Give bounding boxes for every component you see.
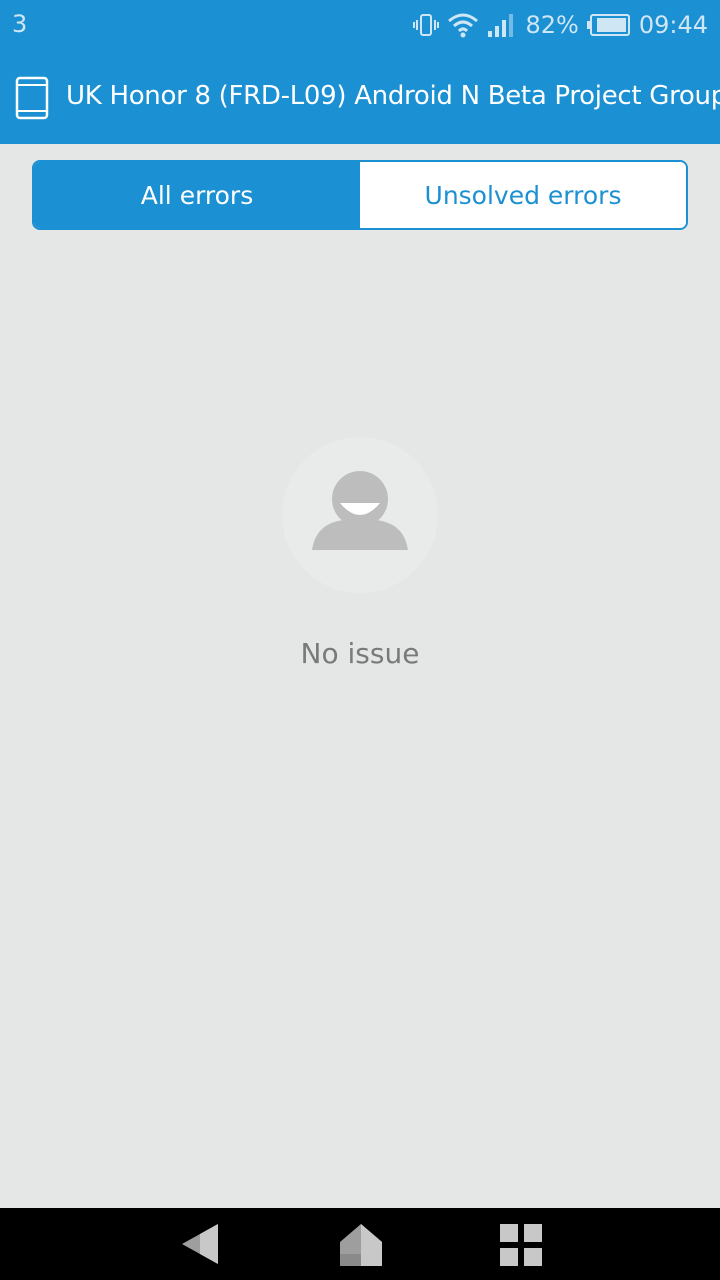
battery-icon	[586, 13, 631, 37]
recent-apps-icon[interactable]	[496, 1220, 546, 1270]
back-icon[interactable]	[176, 1220, 226, 1270]
group-title: UK Honor 8 (FRD-L09) Android N Beta Proj…	[66, 81, 720, 111]
tab-all-errors[interactable]: All errors	[34, 162, 360, 228]
battery-percent: 82%	[525, 11, 579, 39]
navigation-bar	[0, 1208, 720, 1280]
status-bar: 3 82% 09:44	[0, 0, 720, 50]
wifi-icon	[447, 12, 479, 38]
error-filter-tabs: All errors Unsolved errors	[32, 160, 688, 230]
signal-icon	[487, 12, 517, 38]
app-bar: UK Honor 8 (FRD-L09) Android N Beta Proj…	[0, 50, 720, 144]
home-icon[interactable]	[336, 1220, 386, 1270]
clock: 09:44	[638, 11, 708, 39]
tab-unsolved-errors[interactable]: Unsolved errors	[360, 162, 686, 228]
vibrate-icon	[413, 12, 440, 38]
status-icons: 82% 09:44	[413, 8, 708, 42]
notification-count: 3	[12, 10, 28, 38]
device-icon	[14, 76, 50, 120]
smiling-person-icon	[280, 435, 440, 595]
empty-state-text: No issue	[300, 637, 420, 670]
